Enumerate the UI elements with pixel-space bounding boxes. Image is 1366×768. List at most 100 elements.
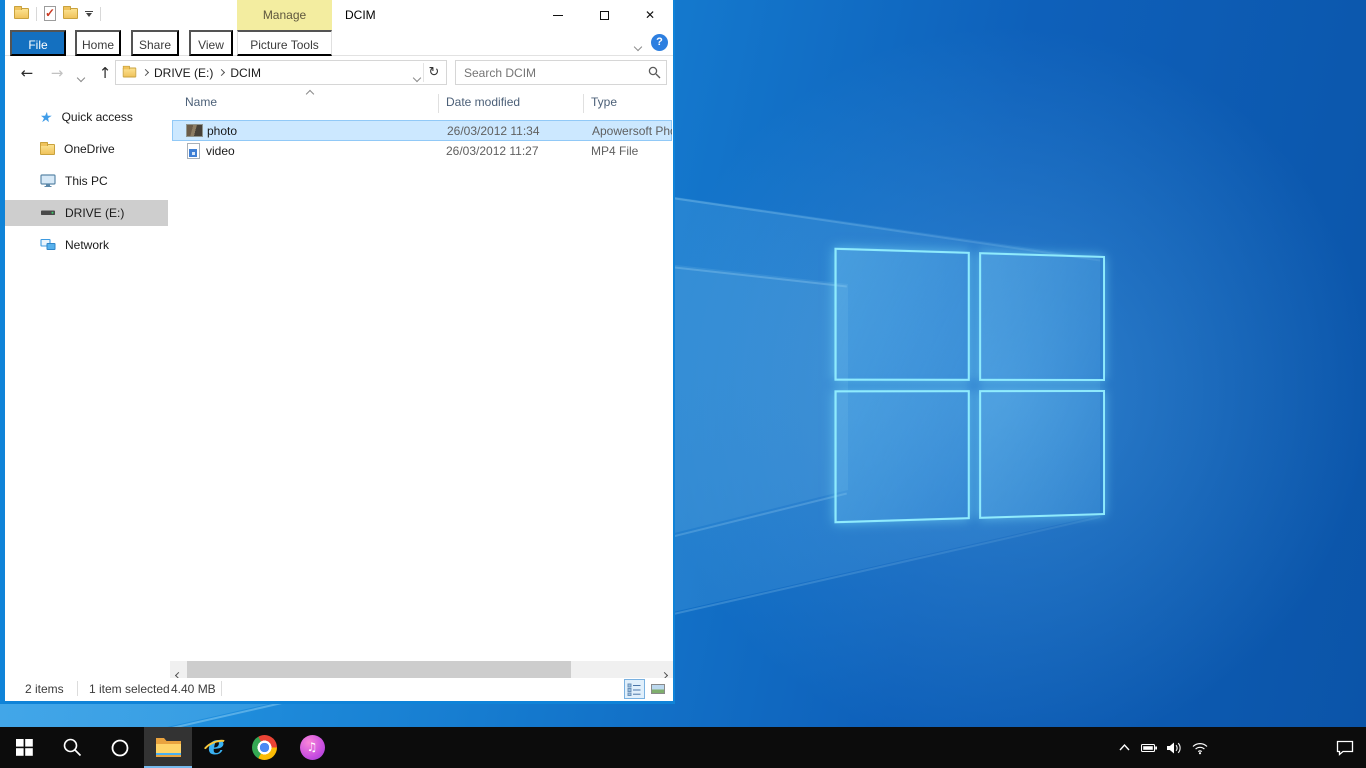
- bar-icon: [85, 11, 93, 12]
- wifi-tray-button[interactable]: [1187, 727, 1212, 768]
- selected-size: 4.40 MB: [171, 682, 216, 696]
- start-button[interactable]: [0, 727, 48, 768]
- monitor-icon: [40, 172, 56, 191]
- scrollbar-thumb[interactable]: [187, 661, 571, 678]
- file-date-modified: 26/03/2012 11:34: [447, 121, 540, 141]
- taskbar-search-button[interactable]: [48, 727, 96, 768]
- taskbar: e ♫: [0, 727, 1366, 768]
- action-center-icon: [1336, 740, 1354, 756]
- taskbar-chrome-button[interactable]: [240, 727, 288, 768]
- minimize-button[interactable]: [535, 0, 581, 30]
- title-bar[interactable]: ✓ Manage DCIM ✕: [5, 0, 673, 30]
- volume-tray-button[interactable]: [1162, 727, 1187, 768]
- sidebar-item-this-pc[interactable]: This PC: [5, 168, 170, 194]
- file-row-photo[interactable]: photo 26/03/2012 11:34 Apowersoft Pho: [172, 120, 672, 141]
- tab-share[interactable]: Share: [131, 30, 179, 56]
- qat-properties-button[interactable]: ✓: [44, 6, 56, 21]
- close-icon: ✕: [645, 8, 655, 22]
- taskbar-file-explorer-button[interactable]: [144, 727, 192, 768]
- windows-start-icon: [16, 739, 33, 756]
- taskbar-itunes-button[interactable]: ♫: [288, 727, 336, 768]
- file-name: video: [206, 141, 235, 161]
- windows-logo-pane: [979, 252, 1105, 381]
- itunes-icon: ♫: [300, 735, 325, 760]
- divider: [77, 681, 78, 696]
- column-header-type[interactable]: Type: [591, 95, 617, 109]
- file-list-pane: Name Date modified Type photo 26/03/2012…: [170, 89, 673, 661]
- help-button[interactable]: ?: [651, 34, 668, 51]
- recent-locations-button[interactable]: [73, 67, 89, 83]
- tab-picture-tools[interactable]: Picture Tools: [237, 30, 332, 56]
- search-input[interactable]: [456, 61, 640, 84]
- wifi-icon: [1191, 741, 1209, 755]
- search-icon: [62, 737, 83, 758]
- sidebar-item-drive-e[interactable]: DRIVE (E:): [5, 200, 168, 226]
- cortana-button[interactable]: [96, 727, 144, 768]
- file-name: photo: [207, 121, 237, 141]
- taskbar-internet-explorer-button[interactable]: e: [192, 727, 240, 768]
- chrome-icon: [252, 735, 277, 760]
- ribbon-collapse-button[interactable]: [635, 38, 641, 53]
- battery-icon: [1141, 741, 1158, 755]
- column-separator[interactable]: [583, 94, 584, 113]
- ribbon-tab-row: File Home Share View Picture Tools ?: [5, 30, 673, 56]
- maximize-button[interactable]: [581, 0, 627, 30]
- qat-new-folder-button[interactable]: [63, 8, 78, 19]
- file-row-video[interactable]: video 26/03/2012 11:27 MP4 File: [172, 141, 672, 162]
- video-file-icon: [187, 143, 200, 159]
- tab-file[interactable]: File: [10, 30, 66, 56]
- qat-customize-button[interactable]: [85, 11, 93, 17]
- ribbon-context-group-manage[interactable]: Manage: [237, 0, 332, 30]
- folder-icon: [40, 144, 55, 155]
- close-button[interactable]: ✕: [627, 0, 673, 30]
- refresh-icon: ↻: [429, 65, 440, 80]
- battery-tray-button[interactable]: [1137, 727, 1162, 768]
- details-view-button[interactable]: [624, 679, 645, 699]
- quick-access-toolbar: ✓: [14, 6, 101, 21]
- cortana-circle-icon: [110, 738, 130, 758]
- address-dropdown-button[interactable]: [414, 69, 420, 84]
- search-box: [455, 60, 667, 85]
- address-bar[interactable]: DRIVE (E:) DCIM ↻: [115, 60, 447, 85]
- back-button[interactable]: ←: [15, 61, 39, 85]
- windows-logo-pane: [834, 390, 969, 523]
- tab-view[interactable]: View: [189, 30, 233, 56]
- maximize-icon: [600, 11, 609, 20]
- search-magnifier-icon: [648, 66, 661, 84]
- sidebar-item-quick-access[interactable]: ★ Quick access: [5, 104, 170, 130]
- status-bar: 2 items 1 item selected 4.40 MB: [5, 678, 673, 701]
- sidebar-item-onedrive[interactable]: OneDrive: [5, 136, 170, 162]
- minimize-icon: [553, 15, 563, 16]
- horizontal-scrollbar[interactable]: [170, 661, 673, 678]
- large-icons-view-icon: [651, 684, 665, 694]
- tab-home[interactable]: Home: [75, 30, 121, 56]
- sidebar-item-network[interactable]: Network: [5, 232, 170, 258]
- action-center-button[interactable]: [1324, 727, 1366, 768]
- details-view-icon: [627, 683, 642, 696]
- column-header-name[interactable]: Name: [185, 95, 217, 109]
- photo-thumbnail-icon: [186, 124, 203, 137]
- breadcrumb-chevron-icon: [218, 69, 225, 76]
- sort-ascending-icon: [306, 90, 314, 98]
- navigation-pane: ★ Quick access OneDrive This PC DRIVE (E…: [5, 89, 170, 661]
- address-row: ← → ↑ DRIVE (E:) DCIM ↻: [5, 57, 673, 89]
- up-one-level-button[interactable]: ↑: [93, 61, 117, 85]
- file-date-modified: 26/03/2012 11:27: [446, 141, 539, 161]
- breadcrumb-folder[interactable]: DCIM: [230, 66, 261, 80]
- column-header-date-modified[interactable]: Date modified: [446, 95, 520, 109]
- large-icons-view-button[interactable]: [647, 679, 668, 699]
- internet-explorer-icon: e: [203, 735, 229, 761]
- selected-count: 1 item selected: [89, 682, 170, 696]
- hidden-icons-button[interactable]: [1112, 727, 1137, 768]
- chevron-down-icon: [77, 74, 85, 82]
- file-type: Apowersoft Pho: [592, 121, 672, 141]
- sidebar-item-label: Quick access: [62, 110, 133, 124]
- drive-icon: [40, 204, 56, 223]
- breadcrumb-drive[interactable]: DRIVE (E:): [154, 66, 213, 80]
- refresh-button[interactable]: ↻: [424, 62, 444, 83]
- folder-icon: [123, 68, 137, 78]
- column-separator[interactable]: [438, 94, 439, 113]
- explorer-window-icon: [14, 8, 29, 19]
- toolbar-separator: [36, 7, 37, 21]
- forward-button[interactable]: →: [45, 61, 69, 85]
